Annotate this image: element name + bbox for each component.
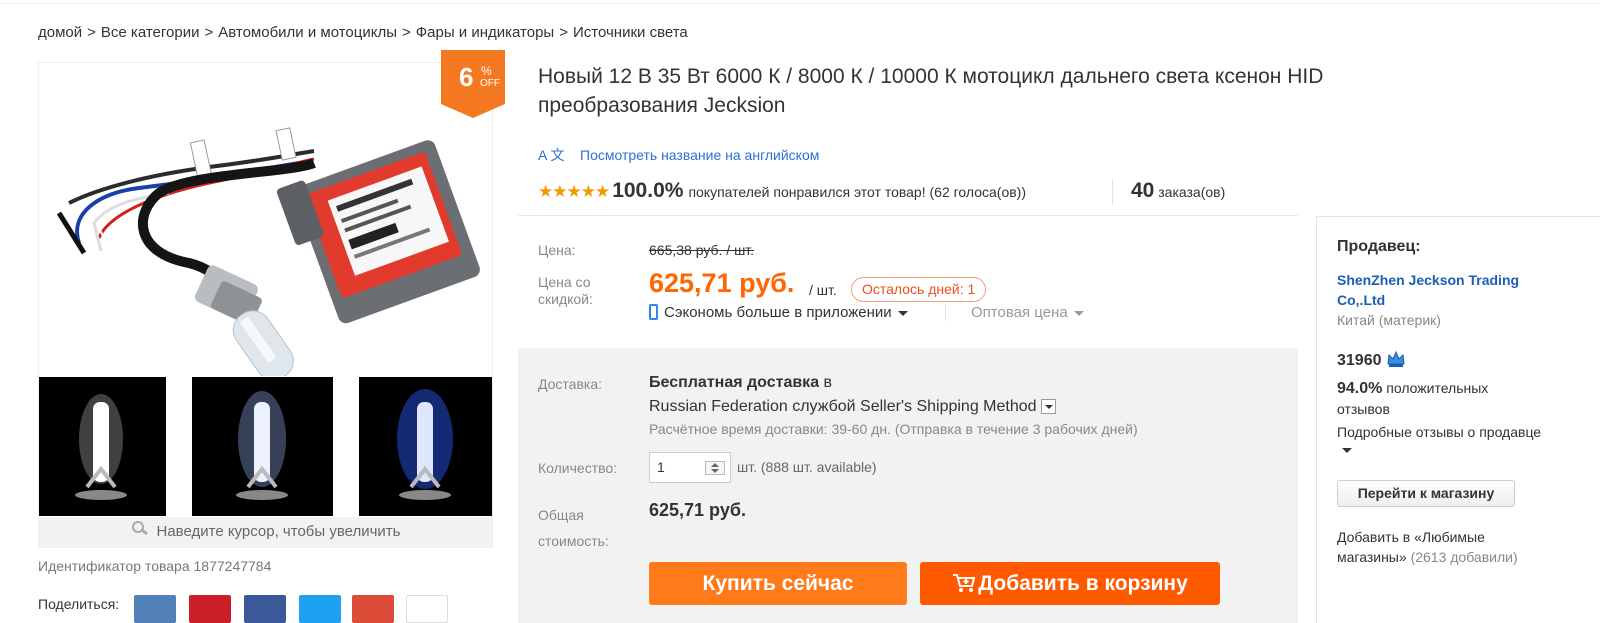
thumbnail-6000k[interactable] xyxy=(39,377,166,516)
wholesale-dropdown[interactable]: Оптовая цена xyxy=(945,304,1084,321)
per-unit: / шт. xyxy=(809,282,837,298)
price-label: Цена: xyxy=(538,242,576,258)
favorite-count: (2613 добавили) xyxy=(1410,549,1518,565)
star-rating-icon[interactable]: ★★★★★ xyxy=(538,182,610,201)
chevron-down-icon[interactable] xyxy=(897,310,908,316)
orders-count: 40 заказа(ов) xyxy=(1112,179,1225,205)
add-to-cart-button[interactable]: Добавить в корзину xyxy=(920,562,1220,605)
breadcrumb-home[interactable]: домой xyxy=(38,24,82,41)
magnifier-icon xyxy=(131,517,149,547)
discount-badge: 6 % OFF xyxy=(441,50,505,118)
app-save-dropdown[interactable]: Сэкономь больше в приложении xyxy=(649,304,908,321)
quantity-spin-buttons[interactable] xyxy=(705,461,725,475)
total-label-line2: стоимость: xyxy=(538,533,609,549)
rating-text[interactable]: покупателей понравился этот товар! (62 г… xyxy=(688,184,1026,200)
add-favorite-store-link[interactable]: Добавить в «Любимые магазины» (2613 доба… xyxy=(1337,527,1552,567)
total-price: 625,71 руб. xyxy=(649,500,746,520)
discount-off: OFF xyxy=(480,78,500,89)
discount-label-line1: Цена со xyxy=(538,274,591,290)
product-title: Новый 12 В 35 Вт 6000 К / 8000 К / 10000… xyxy=(538,65,1324,117)
zoom-hint: Наведите курсор, чтобы увеличить xyxy=(39,517,492,547)
google-plus-share-icon[interactable] xyxy=(352,595,394,623)
translate-icon: A 文 xyxy=(538,147,565,163)
vk-share-icon[interactable] xyxy=(134,595,176,623)
seller-positive-pct: 94.0% xyxy=(1337,380,1383,397)
cart-icon xyxy=(952,565,976,608)
chevron-down-icon[interactable] xyxy=(1073,310,1084,316)
breadcrumb-separator: > xyxy=(204,24,214,41)
discount-label-line2: скидкой: xyxy=(538,291,593,307)
discount-number: 6 xyxy=(459,62,474,92)
discount-price: 625,71 руб. xyxy=(649,268,795,298)
breadcrumb: домой > Все категории > Автомобили и мотоцик… xyxy=(38,24,688,41)
product-gallery: Наведите курсор, чтобы увеличить xyxy=(38,62,493,548)
section-divider xyxy=(518,215,1298,216)
thumbnail-10000k[interactable] xyxy=(359,377,492,516)
translate-link-text[interactable]: Посмотреть название на английском xyxy=(580,147,819,163)
days-left-badge: Осталось дней: 1 xyxy=(851,277,987,302)
go-to-store-button[interactable]: Перейти к магазину xyxy=(1337,480,1515,507)
orders-number: 40 xyxy=(1131,179,1155,202)
shipping-free: Бесплатная доставка в xyxy=(649,374,832,392)
thumbnail-strip xyxy=(39,377,492,516)
shipping-dropdown-button[interactable] xyxy=(1040,399,1056,415)
shipping-label: Доставка: xyxy=(538,376,603,392)
twitter-share-icon[interactable] xyxy=(299,595,341,623)
thumbnail-8000k[interactable] xyxy=(192,377,333,516)
shipping-to: в xyxy=(823,374,833,391)
seller-score-value: 31960 xyxy=(1337,352,1382,369)
share-label: Поделиться: xyxy=(38,596,120,612)
rating-summary: ★★★★★ 100.0% покупателей понравился этот т… xyxy=(538,179,1026,203)
product-id: Идентификатор товара 1877247784 xyxy=(38,558,272,574)
breadcrumb-separator: > xyxy=(559,24,568,41)
total-label-line1: Общая xyxy=(538,507,584,523)
quantity-value[interactable]: 1 xyxy=(657,459,665,475)
seller-positive-feedback: 94.0% положительных отзывов xyxy=(1337,378,1537,420)
discount-price-label: Цена со скидкой: xyxy=(538,274,593,308)
total-label: Общая стоимость: xyxy=(538,502,609,554)
more-share-icon[interactable] xyxy=(406,595,448,623)
buy-now-button[interactable]: Купить сейчас xyxy=(649,562,907,605)
top-divider xyxy=(0,0,1600,4)
phone-icon xyxy=(649,304,658,320)
seller-detailed-feedback[interactable]: Подробные отзывы о продавце xyxy=(1337,424,1541,440)
breadcrumb-lights[interactable]: Фары и индикаторы xyxy=(416,24,554,41)
seller-country: Китай (материк) xyxy=(1337,312,1441,328)
old-price: 665,38 руб. / шт. xyxy=(649,242,755,258)
wholesale-text[interactable]: Оптовая цена xyxy=(971,304,1068,321)
seller-heading: Продавец: xyxy=(1337,238,1421,255)
seller-name-link[interactable]: ShenZhen Jeckson Trading Co,.Ltd xyxy=(1337,270,1562,310)
shipping-time: Расчётное время доставки: 39-60 дн. (Отп… xyxy=(649,421,1138,437)
zoom-hint-text: Наведите курсор, чтобы увеличить xyxy=(156,523,401,540)
free-shipping-text: Бесплатная доставка xyxy=(649,374,820,391)
shipping-method-text[interactable]: Russian Federation службой Seller's Ship… xyxy=(649,398,1037,415)
facebook-share-icon[interactable] xyxy=(244,595,286,623)
breadcrumb-auto-moto[interactable]: Автомобили и мотоциклы xyxy=(218,24,397,41)
translate-title-link[interactable]: A 文 Посмотреть название на английском xyxy=(538,145,819,165)
crown-icon xyxy=(1386,350,1406,373)
pinterest-share-icon[interactable] xyxy=(189,595,231,623)
shipping-method[interactable]: Russian Federation службой Seller's Ship… xyxy=(649,398,1056,416)
app-save-text[interactable]: Сэкономь больше в приложении xyxy=(664,304,892,321)
chevron-down-icon[interactable] xyxy=(1342,448,1352,453)
add-to-cart-label[interactable]: Добавить в корзину xyxy=(978,572,1188,595)
rating-percent: 100.0% xyxy=(612,179,684,202)
orders-label: заказа(ов) xyxy=(1158,184,1226,200)
breadcrumb-light-sources[interactable]: Источники света xyxy=(573,24,688,41)
quantity-label: Количество: xyxy=(538,460,618,476)
breadcrumb-separator: > xyxy=(402,24,411,41)
breadcrumb-separator: > xyxy=(87,24,96,41)
seller-score: 31960 xyxy=(1337,350,1406,373)
main-product-image[interactable] xyxy=(39,63,492,376)
quantity-stepper[interactable]: 1 xyxy=(649,452,731,483)
discount-percent: % xyxy=(481,64,492,78)
breadcrumb-all-categories[interactable]: Все категории xyxy=(101,24,200,41)
quantity-available: шт. (888 шт. available) xyxy=(737,459,877,475)
